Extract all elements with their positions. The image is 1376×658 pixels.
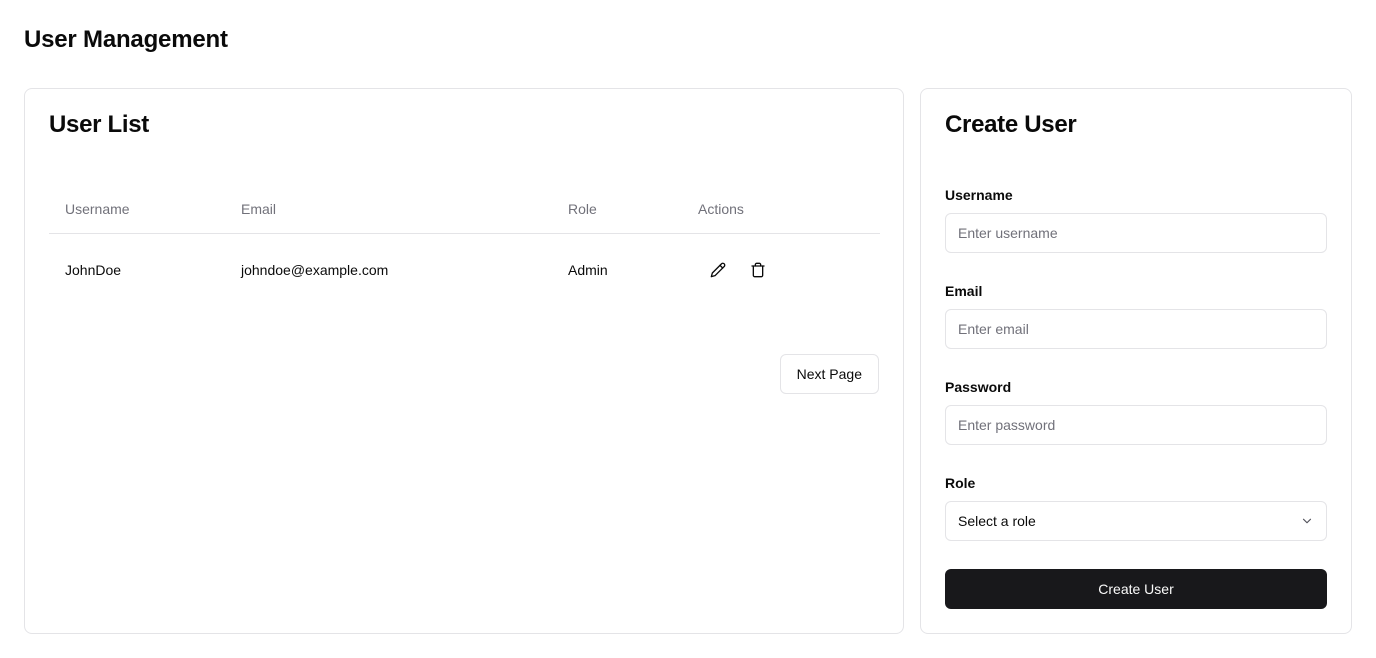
create-user-form: Username Email Password Role Select a ro…: [945, 185, 1327, 569]
email-label: Email: [945, 283, 983, 299]
cell-email: johndoe@example.com: [241, 262, 389, 278]
user-list-title: User List: [49, 111, 150, 138]
email-input[interactable]: [945, 309, 1327, 349]
role-select[interactable]: Select a role: [945, 501, 1327, 541]
user-table: Username Email Role Actions JohnDoe john…: [49, 185, 880, 306]
delete-user-button[interactable]: [738, 250, 778, 290]
table-row: JohnDoe johndoe@example.com Admin: [49, 234, 880, 306]
cell-username: JohnDoe: [65, 262, 122, 278]
password-field-group: Password: [945, 377, 1327, 445]
next-page-button[interactable]: Next Page: [779, 354, 879, 394]
pencil-icon: [710, 262, 726, 278]
chevron-down-icon: [1302, 518, 1312, 524]
username-input[interactable]: [945, 213, 1327, 253]
table-header: Username Email Role Actions: [49, 185, 880, 234]
role-field-group: Role Select a role: [945, 473, 1327, 541]
column-header-username: Username: [65, 201, 130, 217]
role-label: Role: [945, 475, 976, 491]
username-field-group: Username: [945, 185, 1327, 253]
role-select-value: Select a role: [958, 513, 1036, 529]
column-header-email: Email: [241, 201, 277, 217]
column-header-role: Role: [568, 201, 597, 217]
create-user-button[interactable]: Create User: [945, 569, 1327, 609]
column-header-actions: Actions: [698, 201, 744, 217]
create-user-title: Create User: [945, 111, 1077, 138]
cell-role: Admin: [568, 262, 608, 278]
cell-actions: [682, 250, 880, 290]
email-field-group: Email: [945, 281, 1327, 349]
create-user-card: Create User Username Email Password Role…: [920, 88, 1352, 634]
user-list-card: User List Username Email Role Actions Jo…: [24, 88, 904, 634]
password-label: Password: [945, 379, 1012, 395]
page-title: User Management: [24, 26, 228, 53]
trash-icon: [751, 262, 765, 278]
password-input[interactable]: [945, 405, 1327, 445]
edit-user-button[interactable]: [698, 250, 738, 290]
username-label: Username: [945, 187, 1013, 203]
